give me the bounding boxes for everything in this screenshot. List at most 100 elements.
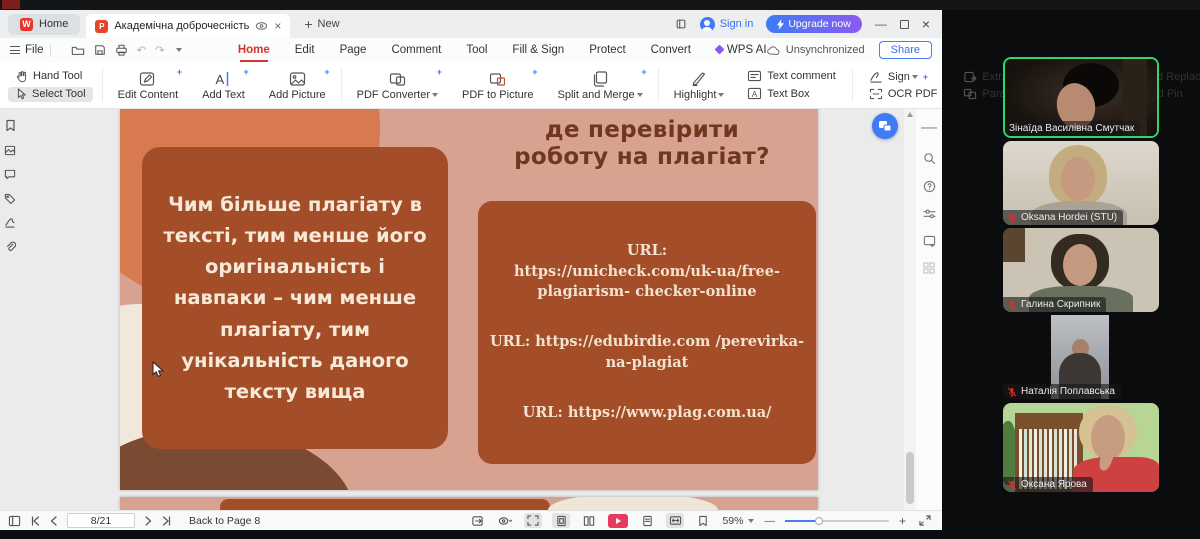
menu-home[interactable]: Home bbox=[238, 44, 270, 56]
quick-actions: ↶ ↷ bbox=[71, 43, 182, 57]
preview-eye-icon[interactable] bbox=[255, 21, 268, 31]
participant-tile[interactable]: Галина Скрипник bbox=[1003, 228, 1159, 312]
page-layout-icon[interactable] bbox=[638, 513, 656, 528]
tab-home[interactable]: W Home bbox=[8, 14, 80, 35]
sign-button[interactable]: Sign + bbox=[862, 70, 945, 84]
help-icon[interactable] bbox=[923, 180, 936, 193]
redo-icon[interactable]: ↷ bbox=[155, 43, 165, 57]
previous-page-icon[interactable] bbox=[50, 516, 58, 526]
participant-tile[interactable]: Oksana Hordei (STU) bbox=[1003, 141, 1159, 225]
fit-width-icon[interactable] bbox=[666, 513, 684, 528]
two-page-icon[interactable] bbox=[580, 513, 598, 528]
translate-icon bbox=[963, 88, 977, 100]
pdf-to-picture-button[interactable]: + PDF to Picture bbox=[456, 70, 540, 101]
tab-close-icon[interactable]: × bbox=[274, 20, 281, 32]
select-tool-button[interactable]: Select Tool bbox=[8, 87, 93, 102]
back-to-page-link[interactable]: Back to Page 8 bbox=[189, 515, 260, 527]
participant-tile-speaking[interactable]: Зінаїда Василівна Смутчак bbox=[1003, 57, 1159, 138]
menu-protect[interactable]: Protect bbox=[589, 44, 625, 56]
menu-edit[interactable]: Edit bbox=[295, 44, 315, 56]
highlight-button[interactable]: Highlight bbox=[668, 70, 731, 101]
first-page-icon[interactable] bbox=[30, 516, 41, 526]
document-area[interactable]: Чим більше плагіату в тексті, тим менше … bbox=[0, 109, 942, 510]
participant-tile[interactable]: Наталія Поплавська bbox=[1003, 315, 1159, 399]
sync-status[interactable]: Unsynchronized bbox=[767, 44, 865, 56]
page-indicator-input[interactable]: 8/21 bbox=[67, 513, 135, 528]
save-icon[interactable] bbox=[94, 44, 106, 56]
text-box-button[interactable]: A Text Box bbox=[740, 86, 842, 101]
url-plag: URL: https://www.plag.com.ua/ bbox=[488, 403, 806, 423]
maximize-icon[interactable] bbox=[900, 20, 909, 29]
wps-ai-floating-button[interactable] bbox=[872, 113, 898, 139]
tag-icon[interactable] bbox=[4, 193, 16, 204]
sign-in-button[interactable]: Sign in bbox=[700, 17, 754, 32]
pdf-page-8[interactable]: Чим більше плагіату в тексті, тим менше … bbox=[120, 109, 818, 490]
vertical-scrollbar[interactable] bbox=[904, 109, 916, 510]
edit-content-button[interactable]: + Edit Content bbox=[112, 70, 185, 101]
next-page-icon[interactable] bbox=[144, 516, 152, 526]
export-icon[interactable] bbox=[468, 513, 486, 528]
menu-convert[interactable]: Convert bbox=[651, 44, 691, 56]
tab-document[interactable]: P Академічна доброчесність × bbox=[86, 14, 290, 38]
comments-icon[interactable] bbox=[4, 169, 16, 180]
extract-text-icon bbox=[963, 71, 977, 83]
pdf-page-9-partial[interactable] bbox=[120, 497, 818, 510]
ocr-pdf-button[interactable]: OCR PDF bbox=[862, 87, 945, 101]
menu-wps-ai[interactable]: WPS AI bbox=[716, 44, 767, 56]
share-button[interactable]: Share bbox=[879, 41, 932, 59]
menu-comment[interactable]: Comment bbox=[391, 44, 441, 56]
url-edubirdie: URL: https://edubirdie.com /perevirka-na… bbox=[488, 332, 806, 373]
muted-mic-icon bbox=[1007, 480, 1017, 490]
zoom-slider[interactable] bbox=[785, 520, 889, 522]
file-menu[interactable]: File bbox=[10, 44, 44, 56]
apps-grid-icon[interactable] bbox=[923, 262, 935, 274]
minimize-icon[interactable]: — bbox=[875, 17, 887, 31]
menu-fill-sign[interactable]: Fill & Sign bbox=[512, 44, 564, 56]
mouse-cursor bbox=[152, 361, 164, 378]
sign-icon bbox=[869, 71, 883, 83]
status-zoom-value[interactable]: 59% bbox=[722, 515, 754, 527]
settings-sliders-icon[interactable] bbox=[923, 208, 936, 220]
scroll-up-icon[interactable] bbox=[907, 112, 913, 117]
split-and-merge-button[interactable]: + Split and Merge bbox=[552, 70, 649, 101]
undo-icon[interactable]: ↶ bbox=[137, 43, 147, 57]
muted-mic-icon bbox=[1007, 213, 1017, 223]
bookmark-icon[interactable] bbox=[5, 119, 16, 132]
thumbnails-icon[interactable] bbox=[4, 145, 16, 156]
fullscreen-icon[interactable] bbox=[916, 513, 934, 528]
chevron-down-icon[interactable] bbox=[176, 48, 182, 52]
add-bookmark-icon[interactable] bbox=[923, 235, 936, 247]
print-icon[interactable] bbox=[115, 44, 128, 56]
menu-page[interactable]: Page bbox=[340, 44, 367, 56]
view-options-icon[interactable] bbox=[496, 513, 514, 528]
dock-window-icon[interactable] bbox=[675, 18, 687, 30]
search-icon[interactable] bbox=[923, 152, 936, 165]
add-picture-button[interactable]: + Add Picture bbox=[263, 70, 332, 101]
participant-tile[interactable]: Оксана Ярова bbox=[1003, 403, 1159, 492]
new-tab-button[interactable]: + New bbox=[304, 16, 339, 32]
upgrade-now-button[interactable]: Upgrade now bbox=[766, 15, 861, 33]
attachment-icon[interactable] bbox=[5, 241, 16, 253]
close-window-icon[interactable]: × bbox=[922, 16, 930, 32]
zoom-slider-knob[interactable] bbox=[815, 517, 823, 525]
text-comment-button[interactable]: Text comment bbox=[740, 69, 842, 83]
single-page-icon[interactable] bbox=[552, 513, 570, 528]
fit-page-icon[interactable] bbox=[524, 513, 542, 528]
panel-toggle-icon[interactable] bbox=[8, 515, 21, 527]
last-page-icon[interactable] bbox=[161, 516, 172, 526]
zoom-minus-button[interactable]: — bbox=[764, 515, 775, 527]
zoom-plus-button[interactable]: + bbox=[899, 514, 906, 528]
open-folder-icon[interactable] bbox=[71, 44, 85, 56]
menu-tool[interactable]: Tool bbox=[466, 44, 487, 56]
presentation-play-button[interactable] bbox=[608, 514, 628, 528]
scrollbar-thumb[interactable] bbox=[906, 452, 914, 504]
pdf-converter-button[interactable]: + PDF Converter bbox=[351, 70, 444, 101]
bookmark-flag-icon[interactable] bbox=[694, 513, 712, 528]
recording-indicator bbox=[2, 0, 20, 9]
svg-text:A: A bbox=[752, 89, 758, 99]
signature-stamp-icon[interactable] bbox=[4, 217, 16, 228]
muted-mic-icon bbox=[1007, 387, 1017, 397]
hand-tool-button[interactable]: Hand Tool bbox=[8, 69, 93, 84]
collapse-panel-icon[interactable]: — bbox=[921, 119, 937, 137]
add-text-button[interactable]: + A Add Text bbox=[196, 70, 251, 101]
